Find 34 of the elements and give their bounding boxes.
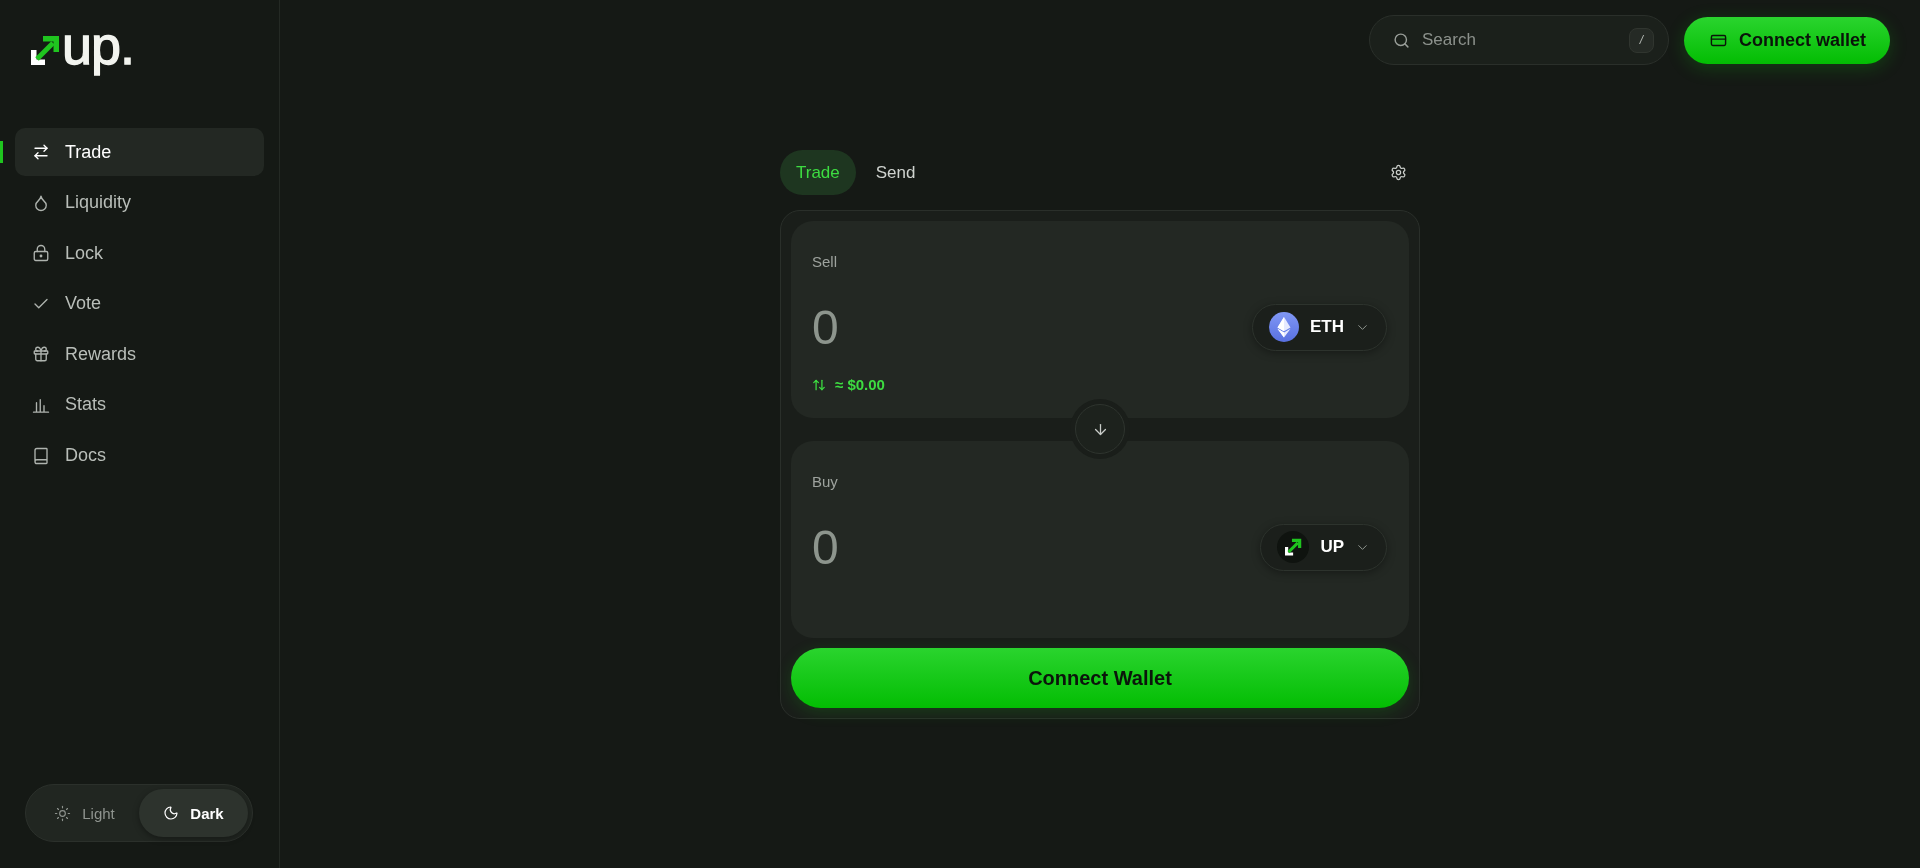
connect-wallet-button[interactable]: Connect Wallet bbox=[791, 648, 1409, 708]
arrow-coin-icon bbox=[1277, 531, 1310, 563]
book-icon bbox=[32, 446, 50, 465]
usd-value: ≈ $0.00 bbox=[835, 375, 885, 395]
amount-field[interactable]: 0 bbox=[812, 519, 1112, 575]
sidebar-item[interactable]: Docs bbox=[15, 431, 264, 480]
moon-icon bbox=[163, 805, 180, 821]
settings-icon bbox=[1390, 164, 1407, 181]
arrows-left-right-icon bbox=[32, 143, 50, 161]
connect-wallet-button[interactable]: Connect wallet bbox=[1683, 16, 1890, 64]
search-icon bbox=[1392, 31, 1410, 49]
lock-icon bbox=[32, 244, 50, 263]
token-selector[interactable]: ETH bbox=[1252, 303, 1387, 351]
sidebar-item[interactable]: Rewards bbox=[15, 330, 264, 379]
panel-label: Sell bbox=[812, 252, 837, 272]
swap-tab[interactable]: Trade bbox=[780, 150, 856, 195]
swap-tab[interactable]: Send bbox=[859, 150, 932, 195]
amount-field[interactable]: 0 bbox=[812, 299, 1112, 355]
sidebar-item[interactable]: Vote bbox=[15, 279, 264, 328]
sidebar-item[interactable]: Lock bbox=[15, 229, 264, 278]
diamond-coin-icon bbox=[1269, 312, 1299, 342]
token-selector[interactable]: UP bbox=[1260, 523, 1387, 571]
sun-icon bbox=[54, 804, 72, 822]
panel-label: Buy bbox=[812, 472, 838, 492]
droplet-icon bbox=[32, 193, 50, 212]
gift-icon bbox=[32, 345, 50, 364]
logo-icon bbox=[31, 36, 59, 65]
sidebar-item[interactable]: Stats bbox=[15, 380, 264, 429]
sidebar-item[interactable]: Liquidity bbox=[15, 178, 264, 227]
sidebar-item[interactable]: Trade bbox=[15, 128, 264, 176]
theme-option[interactable]: Light bbox=[30, 789, 139, 837]
arrows-up-down-icon[interactable] bbox=[812, 378, 826, 392]
theme-option[interactable]: Dark bbox=[139, 789, 248, 837]
active-indicator bbox=[0, 141, 3, 163]
